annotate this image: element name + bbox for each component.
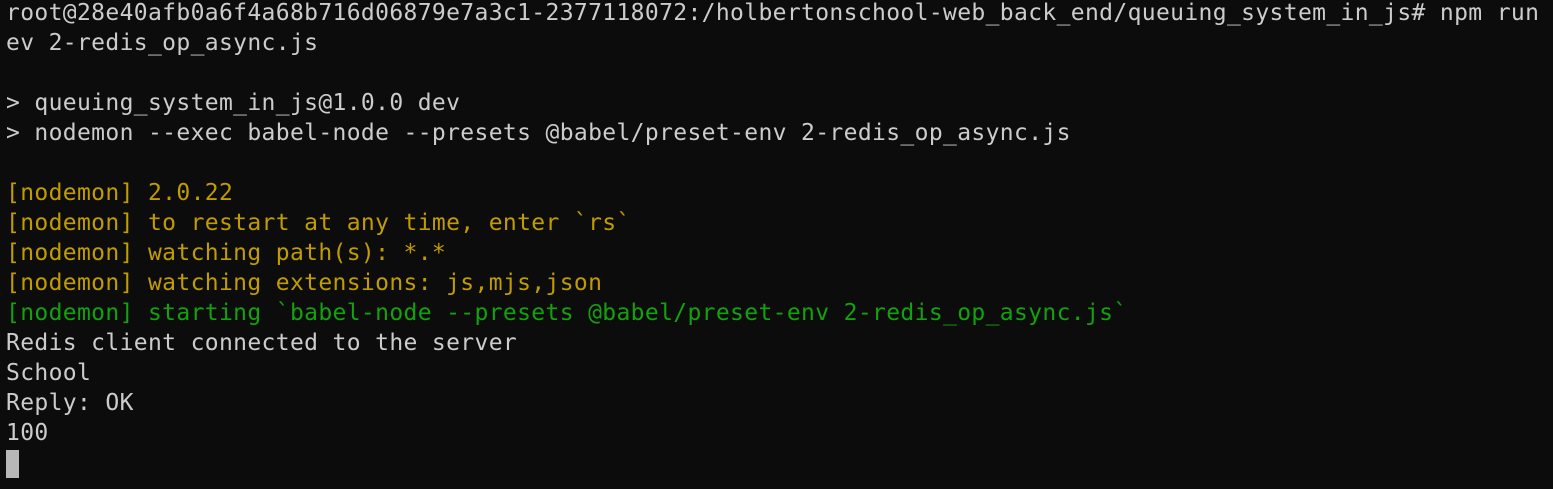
nodemon-watch-paths-line: [nodemon] watching path(s): *.* bbox=[6, 240, 447, 266]
npm-script-header: > queuing_system_in_js@1.0.0 dev bbox=[6, 90, 461, 116]
npm-script-command: > nodemon --exec babel-node --presets @b… bbox=[6, 120, 1071, 146]
prompt-command-line: root@28e40afb0a6f4a68b716d06879e7a3c1-23… bbox=[6, 0, 1553, 26]
output-line: Reply: OK bbox=[6, 390, 134, 416]
text-cursor bbox=[6, 450, 19, 478]
prompt-command-line-wrap: ev 2-redis_op_async.js bbox=[6, 30, 319, 56]
nodemon-restart-hint-line: [nodemon] to restart at any time, enter … bbox=[6, 210, 631, 236]
output-line: School bbox=[6, 360, 92, 386]
nodemon-watch-extensions-line: [nodemon] watching extensions: js,mjs,js… bbox=[6, 270, 603, 296]
nodemon-starting-line: [nodemon] starting `babel-node --presets… bbox=[6, 300, 1128, 326]
input-line[interactable] bbox=[6, 448, 1553, 478]
nodemon-version-line: [nodemon] 2.0.22 bbox=[6, 180, 234, 206]
output-line: Redis client connected to the server bbox=[6, 330, 518, 356]
output-line: 100 bbox=[6, 420, 49, 446]
terminal-window[interactable]: root@28e40afb0a6f4a68b716d06879e7a3c1-23… bbox=[0, 0, 1553, 489]
